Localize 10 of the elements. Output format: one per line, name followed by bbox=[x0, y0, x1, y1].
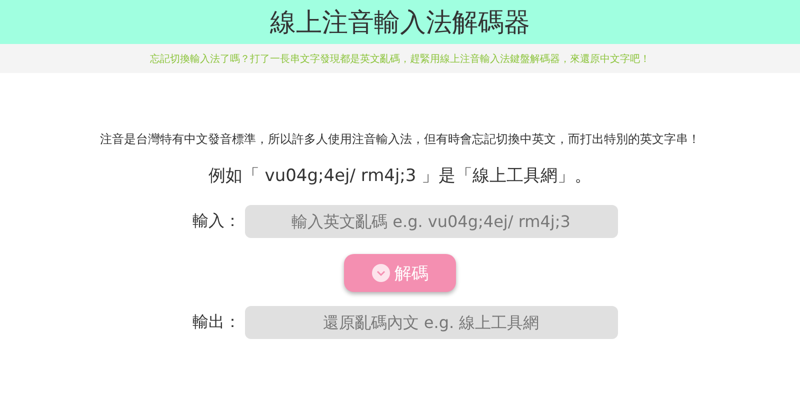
output-label: 輸出： bbox=[192, 312, 242, 333]
decode-button[interactable]: 解碼 bbox=[344, 254, 456, 292]
example-text: 例如「 vu04g;4ej/ rm4j;3 」是「線上工具網」。 bbox=[208, 165, 592, 187]
output-field[interactable]: 還原亂碼內文 e.g. 線上工具網 bbox=[244, 306, 618, 339]
chevron-down-icon bbox=[372, 264, 390, 282]
input-label: 輸入： bbox=[192, 211, 242, 232]
subtitle-text: 忘記切換輸入法了嗎？打了一長串文字發現都是英文亂碼，趕緊用線上注音輸入法鍵盤解碼器，來還原中文字吧！ bbox=[150, 52, 650, 66]
intro-text: 注音是台灣特有中文發音標準，所以許多人使用注音輸入法，但有時會忘記切換中英文，而打出特別的英文字串！ bbox=[100, 131, 700, 148]
input-field[interactable]: 輸入英文亂碼 e.g. vu04g;4ej/ rm4j;3 bbox=[244, 205, 618, 238]
page-title: 線上注音輸入法解碼器 bbox=[270, 6, 530, 40]
